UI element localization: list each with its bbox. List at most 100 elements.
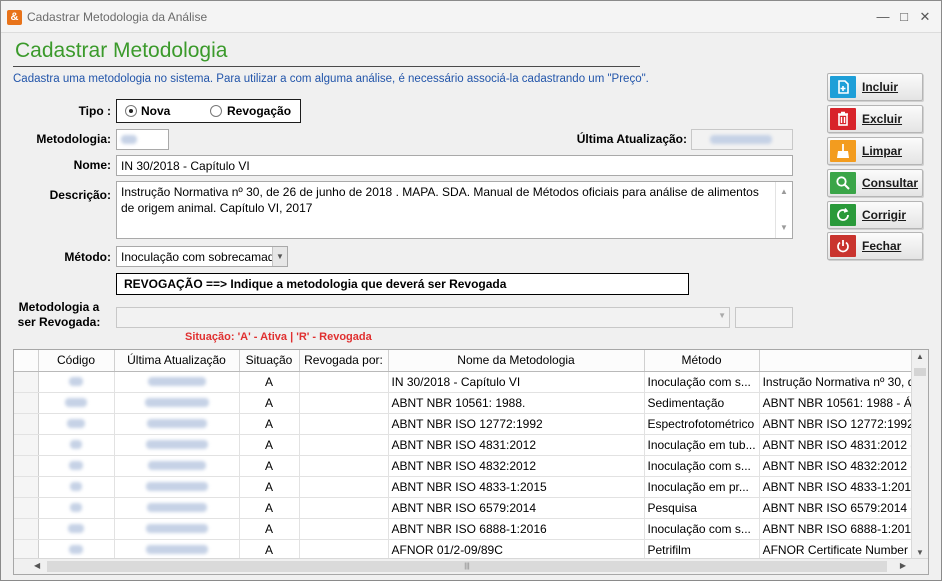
app-window: & Cadastrar Metodologia da Análise — □ ✕…: [0, 0, 942, 581]
column-header-metodo[interactable]: Método: [644, 350, 760, 372]
grid-vertical-scrollbar[interactable]: ▲ ▼: [911, 350, 928, 559]
cell-metodo: Inoculação em pr...: [644, 476, 760, 498]
cell-nome: ABNT NBR 10561: 1988.: [388, 392, 645, 414]
table-row[interactable]: A ABNT NBR ISO 12772:1992 Espectrofotométr…: [14, 413, 920, 435]
row-indicator-header: [14, 350, 39, 372]
row-indicator: [14, 539, 39, 561]
situacao-legend: Situação: 'A' - Ativa | 'R' - Revogada: [185, 331, 372, 343]
nome-label: Nome:: [73, 158, 111, 172]
cell-metodo: Pesquisa: [644, 497, 760, 519]
cell-situacao: A: [239, 371, 300, 393]
excluir-button[interactable]: Excluir: [827, 105, 923, 133]
nome-input[interactable]: IN 30/2018 - Capítulo VI: [116, 155, 793, 176]
metodologia-code-field[interactable]: [116, 129, 169, 150]
cell-revogada-por: [299, 413, 389, 435]
fechar-button[interactable]: Fechar: [827, 232, 923, 260]
table-row[interactable]: A AFNOR 01/2-09/89C Petrifilm AFNOR Certifi…: [14, 539, 920, 561]
dropdown-arrow-icon[interactable]: ▼: [272, 247, 287, 266]
cell-descricao: ABNT NBR ISO 6888-1:201: [759, 518, 920, 540]
tipo-nova-label[interactable]: Nova: [141, 104, 170, 118]
scroll-thumb-horizontal[interactable]: |||: [47, 561, 887, 572]
column-header-revogada-por[interactable]: Revogada por:: [299, 350, 389, 372]
table-row[interactable]: A ABNT NBR ISO 4833-1:2015 Inoculação em p…: [14, 476, 920, 498]
column-header-ultima-atualizacao[interactable]: Última Atualização: [114, 350, 240, 372]
scroll-up-icon[interactable]: ▲: [912, 352, 928, 361]
cell-descricao: ABNT NBR ISO 12772:1992: [759, 413, 920, 435]
table-row[interactable]: A ABNT NBR ISO 6888-1:2016 Inoculação com …: [14, 518, 920, 540]
metodologia-revogada-label-line1: Metodologia a: [18, 300, 100, 314]
dropdown-arrow-icon[interactable]: ▼: [718, 311, 726, 320]
cell-metodo: Sedimentação: [644, 392, 760, 414]
minimize-button[interactable]: —: [873, 8, 893, 26]
scroll-down-icon[interactable]: ▼: [776, 220, 792, 236]
cell-codigo: [38, 476, 115, 498]
cell-situacao: A: [239, 434, 300, 456]
grid-horizontal-scrollbar[interactable]: ◀ ||| ▶: [14, 558, 928, 574]
table-row[interactable]: A ABNT NBR ISO 6579:2014 Pesquisa ABNT NBR …: [14, 497, 920, 519]
column-header-situacao[interactable]: Situação: [239, 350, 300, 372]
scroll-up-icon[interactable]: ▲: [776, 184, 792, 200]
table-row[interactable]: A IN 30/2018 - Capítulo VI Inoculação com …: [14, 371, 920, 393]
row-indicator: [14, 434, 39, 456]
cell-revogada-por: [299, 455, 389, 477]
scroll-down-icon[interactable]: ▼: [912, 548, 928, 557]
cell-ultima-atualizacao: [114, 518, 240, 540]
metodologia-revogada-select[interactable]: ▼: [116, 307, 730, 328]
column-header-nome[interactable]: Nome da Metodologia: [388, 350, 645, 372]
scroll-left-icon[interactable]: ◀: [34, 561, 40, 570]
cell-metodo: Inoculação com s...: [644, 455, 760, 477]
tipo-revogacao-label[interactable]: Revogação: [227, 104, 291, 118]
cell-descricao: ABNT NBR ISO 6579:2014 -: [759, 497, 920, 519]
cell-nome: ABNT NBR ISO 4831:2012: [388, 434, 645, 456]
tipo-revogacao-radio[interactable]: [210, 105, 222, 117]
scroll-right-icon[interactable]: ▶: [900, 561, 906, 570]
table-row[interactable]: A ABNT NBR ISO 4832:2012 Inoculação com s.…: [14, 455, 920, 477]
cell-nome: ABNT NBR ISO 4832:2012: [388, 455, 645, 477]
table-row[interactable]: A ABNT NBR ISO 4831:2012 Inoculação em tub…: [14, 434, 920, 456]
cell-revogada-por: [299, 518, 389, 540]
scroll-thumb[interactable]: [914, 368, 926, 376]
consultar-label: Consultar: [862, 176, 919, 190]
cell-codigo: [38, 371, 115, 393]
cell-codigo: [38, 434, 115, 456]
grid-header-row: Código Última Atualização Situação Revog…: [14, 350, 920, 372]
cell-revogada-por: [299, 539, 389, 561]
metodo-label: Método:: [64, 250, 111, 264]
maximize-button[interactable]: □: [894, 8, 914, 26]
close-button[interactable]: ✕: [915, 8, 935, 26]
cell-metodo: Petrifilm: [644, 539, 760, 561]
corrigir-button[interactable]: Corrigir: [827, 201, 923, 229]
cell-codigo: [38, 455, 115, 477]
excluir-label: Excluir: [862, 112, 903, 126]
metodo-select[interactable]: Inoculação com sobrecamada ▼: [116, 246, 288, 267]
cell-descricao: ABNT NBR ISO 4833-1:201: [759, 476, 920, 498]
limpar-button[interactable]: Limpar: [827, 137, 923, 165]
ultima-atualizacao-field: [691, 129, 793, 150]
cell-revogada-por: [299, 371, 389, 393]
row-indicator: [14, 497, 39, 519]
column-header-descricao[interactable]: [759, 350, 920, 372]
column-header-codigo[interactable]: Código: [38, 350, 115, 372]
tipo-nova-radio[interactable]: [125, 105, 137, 117]
cell-codigo: [38, 518, 115, 540]
metodologias-table: Código Última Atualização Situação Revog…: [14, 350, 920, 561]
metodologias-grid[interactable]: Código Última Atualização Situação Revog…: [13, 349, 929, 575]
descricao-scrollbar[interactable]: ▲ ▼: [775, 182, 792, 238]
cell-descricao: AFNOR Certificate Number: [759, 539, 920, 561]
cell-situacao: A: [239, 539, 300, 561]
cell-descricao: Instrução Normativa nº 30, d: [759, 371, 920, 393]
revogacao-info-box: REVOGAÇÃO ==> Indique a metodologia que …: [116, 273, 689, 295]
metodo-selected-value: Inoculação com sobrecamada: [121, 250, 282, 264]
cell-metodo: Inoculação com s...: [644, 371, 760, 393]
cell-ultima-atualizacao: [114, 371, 240, 393]
cell-descricao: ABNT NBR ISO 4831:2012 -: [759, 434, 920, 456]
cell-situacao: A: [239, 497, 300, 519]
consultar-button[interactable]: Consultar: [827, 169, 923, 197]
metodologia-revogada-label-line2: ser Revogada:: [17, 315, 101, 329]
broom-icon: [830, 140, 856, 162]
cell-situacao: A: [239, 476, 300, 498]
descricao-textarea[interactable]: Instrução Normativa nº 30, de 26 de junh…: [116, 181, 793, 239]
incluir-button[interactable]: Incluir: [827, 73, 923, 101]
grid-body: A IN 30/2018 - Capítulo VI Inoculação com …: [14, 371, 920, 561]
table-row[interactable]: A ABNT NBR 10561: 1988. Sedimentação ABNT N…: [14, 392, 920, 414]
